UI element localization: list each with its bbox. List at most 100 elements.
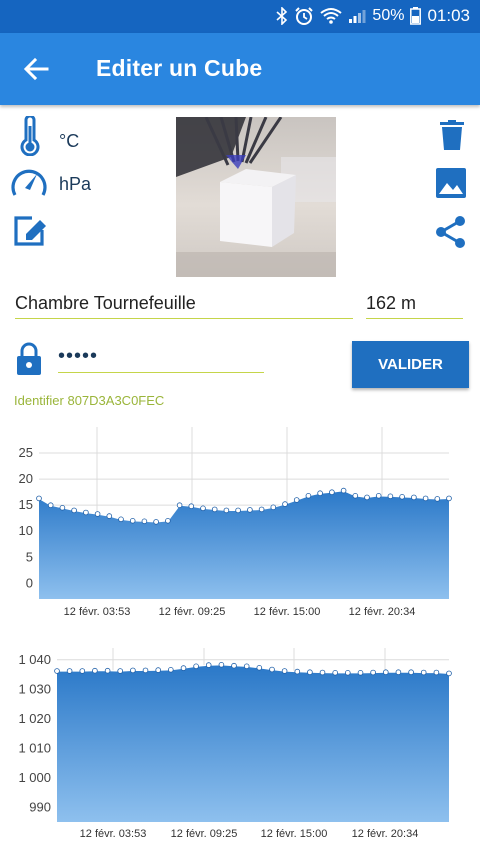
temperature-chart: 12 févr. 03:53 12 févr. 09:25 12 févr. 15:… [0,425,480,620]
y-tick-label: 20 [19,471,33,486]
alarm-icon [295,7,314,25]
x-tick-label: 12 févr. 09:25 [171,828,238,840]
data-point [218,661,225,668]
gauge-icon [11,169,47,196]
y-tick-label: 15 [19,497,33,512]
y-tick-label: 1 020 [18,711,51,726]
data-point [155,667,162,673]
image-icon[interactable] [436,168,466,198]
cube-photo[interactable] [176,117,336,277]
data-point [294,668,301,675]
data-point [176,502,183,508]
share-icon[interactable] [435,215,467,249]
data-point [94,511,101,517]
y-tick-label: 1 030 [18,681,51,696]
data-point [305,493,312,499]
name-field[interactable]: Chambre Tournefeuille [15,293,353,319]
temperature-unit: °C [59,131,80,151]
data-point [200,505,206,512]
altitude-field[interactable]: 162 m [366,293,463,319]
page-title: Editer un Cube [96,55,263,81]
x-tick-label: 12 févr. 20:34 [352,828,419,840]
temperature-chart-svg: 12 févr. 03:53 12 févr. 09:25 12 févr. 15:… [19,427,452,618]
data-point [382,669,389,676]
data-point [420,669,427,676]
data-point [446,495,452,502]
data-point [317,490,323,496]
data-point [117,668,123,674]
data-point [247,507,253,513]
data-point [344,669,351,676]
data-point [71,507,77,514]
app-bar: Editer un Cube [0,33,480,105]
data-point [243,663,250,670]
data-point [153,519,159,525]
data-point [434,496,441,502]
data-point [281,668,288,674]
data-point [188,503,195,509]
x-tick-label: 12 févr. 15:00 [261,828,328,840]
arrow-left-icon[interactable] [22,55,50,83]
data-point [165,518,171,524]
pressure-chart: 12 févr. 03:53 12 févr. 09:25 12 févr. 15:… [0,646,480,846]
data-point [319,669,326,676]
battery-icon [410,7,422,25]
y-tick-label: 1 040 [18,652,51,667]
data-point [422,495,429,502]
data-point [59,505,66,511]
data-point [269,666,275,673]
y-tick-label: 0 [26,575,33,590]
data-point [235,507,241,514]
data-point [256,664,263,671]
cube-photo-image [176,117,336,277]
y-tick-label: 5 [26,549,33,564]
x-tick-label: 12 févr. 03:53 [80,828,147,840]
data-point [168,666,174,673]
clock-time: 01:03 [427,6,470,25]
bluetooth-icon [276,7,288,25]
data-point [106,513,113,519]
data-point [142,667,149,674]
x-tick-label: 12 févr. 09:25 [159,606,226,618]
y-tick-label: 25 [19,445,33,460]
y-tick-label: 10 [19,523,33,538]
data-point [270,504,277,511]
validate-button[interactable]: VALIDER [352,341,469,388]
x-tick-label: 12 févr. 03:53 [64,606,131,618]
password-field[interactable]: ••••• [58,345,264,373]
data-point [293,497,300,503]
data-point [36,495,42,502]
y-tick-label: 990 [29,799,51,814]
series-area [57,664,449,822]
data-point [433,669,440,676]
data-point [387,493,394,500]
data-point [47,502,54,508]
trash-icon[interactable] [440,120,464,150]
data-point [83,509,89,516]
data-point [258,506,265,513]
data-point [129,518,136,524]
signal-icon [349,10,366,23]
data-point [130,667,136,674]
data-point [193,663,199,670]
data-point [223,507,230,514]
x-tick-label: 12 févr. 15:00 [254,606,321,618]
data-point [104,667,111,674]
battery-percent: 50% [372,7,405,24]
edit-icon[interactable] [12,214,48,250]
pressure-chart-svg: 12 févr. 03:53 12 févr. 09:25 12 févr. 15:… [18,648,452,840]
data-point [307,669,313,676]
data-point [332,669,339,676]
data-point [66,668,73,674]
data-point [340,487,347,494]
data-point [329,489,335,495]
y-tick-label: 1 010 [18,740,51,755]
data-point [364,494,370,501]
data-point [370,669,376,676]
data-point [446,670,452,677]
data-point [211,506,218,513]
data-point [54,668,60,674]
pressure-unit: hPa [59,174,92,194]
data-point [408,669,414,676]
data-point [282,501,288,507]
